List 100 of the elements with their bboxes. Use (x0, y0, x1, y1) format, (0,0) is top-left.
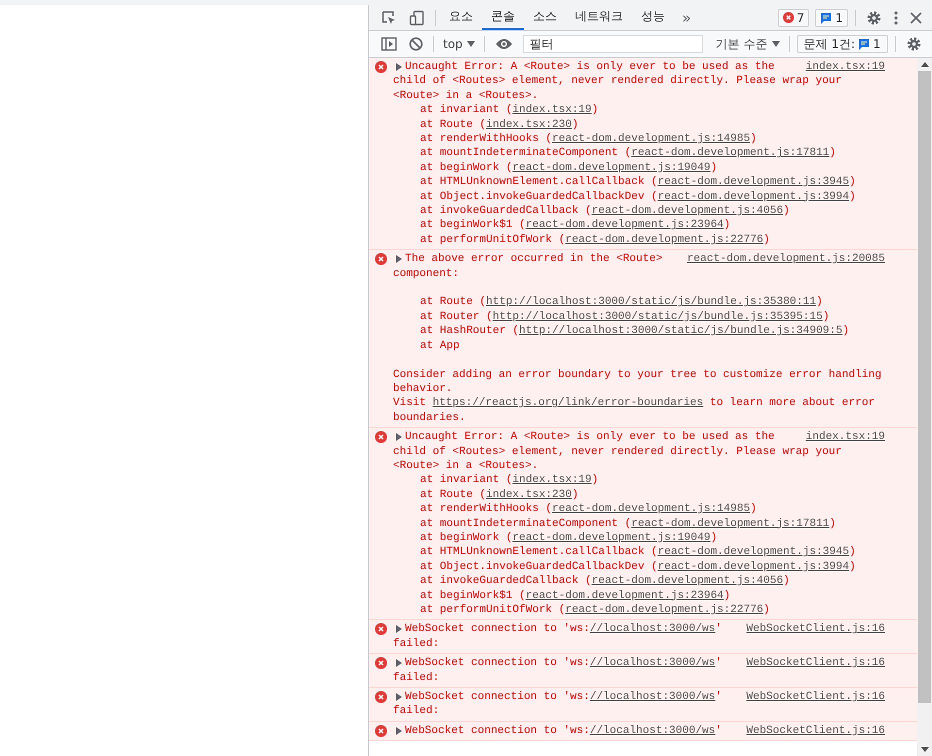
error-text: failed: (393, 636, 440, 652)
source-link[interactable]: WebSocketClient.js:16 (746, 690, 885, 704)
scroll-up-icon[interactable] (920, 62, 928, 67)
link[interactable]: react-dom.development.js:22776 (565, 604, 764, 616)
expand-icon[interactable] (396, 659, 402, 668)
error-count-badge[interactable]: 7 (778, 8, 810, 26)
link[interactable]: react-dom.development.js:4056 (592, 205, 784, 218)
link[interactable]: //localhost:3000/ws (590, 724, 716, 737)
stack-frame: at renderWithHooks (react-dom.development.js:14985) (393, 502, 885, 517)
stack-frame: at beginWork$1 (react-dom.development.js:23964) (393, 588, 885, 603)
link[interactable]: react-dom.development.js:17811 (631, 147, 830, 160)
error-text: WebSocket connection to 'ws://localhost:3000/ws' (405, 690, 722, 704)
stack-frame: at performUnitOfWork (react-dom.development.js:22776) (393, 232, 885, 248)
stack-frame: at beginWork (react-dom.development.js:19049) (393, 530, 885, 546)
link[interactable]: react-dom.development.js:19049 (512, 532, 710, 544)
expand-icon[interactable] (396, 625, 402, 634)
panel-tab[interactable]: 성능 (632, 5, 674, 30)
issues-button[interactable]: 문제 1건: 1 (796, 35, 888, 53)
error-text: Uncaught Error: A <Route> is only ever to be used as the (405, 430, 775, 445)
link[interactable]: index.tsx:230 (486, 488, 572, 501)
error-text: Uncaught Error: A <Route> is only ever to be used as the (405, 60, 775, 74)
error-text: The above error occurred in the <Route> (405, 252, 662, 267)
error-text: <Route> in a <Routes>. (393, 88, 540, 104)
error-icon (375, 657, 387, 670)
message-count-badge[interactable]: 1 (815, 8, 848, 26)
source-link[interactable]: WebSocketClient.js:16 (746, 622, 885, 637)
context-dropdown[interactable]: top (438, 37, 480, 51)
source-link[interactable]: WebSocketClient.js:16 (746, 656, 885, 671)
link[interactable]: react-dom.development.js:3945 (658, 176, 850, 188)
link[interactable]: react-dom.development.js:3994 (658, 190, 850, 203)
expand-icon[interactable] (396, 693, 402, 702)
error-text: behavior. (393, 382, 454, 396)
link[interactable]: react-dom.development.js:4056 (592, 575, 784, 588)
stack-frame: at HTMLUnknownElement.callCallback (react-dom.development.js:3945) (393, 175, 885, 190)
more-tabs-button[interactable]: » (674, 8, 700, 26)
error-text: component: (393, 266, 460, 282)
stack-frame: at invariant (index.tsx:19) (393, 473, 885, 488)
error-text: child of <Routes> element, never rendered directly. Please wrap your (393, 444, 843, 459)
link[interactable]: index.tsx:230 (486, 118, 572, 131)
link[interactable]: index.tsx:19 (512, 474, 592, 486)
error-text: Visit https://reactjs.org/link/error-boundaries to learn more about error (393, 396, 876, 411)
expand-icon[interactable] (396, 726, 402, 735)
expand-icon[interactable] (396, 255, 402, 264)
error-text: failed: (393, 704, 440, 719)
link[interactable]: react-dom.development.js:23964 (526, 590, 724, 602)
stack-frame: at Route (index.tsx:230) (393, 118, 885, 132)
link[interactable]: react-dom.development.js:14985 (552, 503, 750, 516)
stack-frame: at beginWork$1 (react-dom.development.js:23964) (393, 218, 885, 233)
stack-frame: at Router (http://localhost:3000/static/js/bundle.js:35395:15) (393, 310, 885, 324)
link[interactable]: //localhost:3000/ws (590, 623, 716, 636)
error-text: WebSocket connection to 'ws://localhost:3000/ws' (405, 622, 722, 637)
link[interactable]: http://localhost:3000/static/js/bundle.js:35380:11 (486, 296, 816, 308)
link[interactable]: //localhost:3000/ws (590, 691, 716, 704)
stack-frame: at invokeGuardedCallback (react-dom.development.js:4056) (393, 574, 885, 589)
error-text: WebSocket connection to 'ws://localhost:3000/ws' (405, 656, 722, 671)
stack-frame: at renderWithHooks (react-dom.development.js:14985) (393, 132, 885, 146)
link[interactable]: //localhost:3000/ws (590, 657, 716, 670)
link[interactable]: react-dom.development.js:22776 (565, 234, 764, 246)
panel-tab[interactable]: 네트워크 (566, 5, 632, 30)
error-text: <Route> in a <Routes>. (393, 458, 540, 474)
stack-frame: at mountIndeterminateComponent (react-dom.development.js:17811) (393, 146, 885, 161)
error-icon (375, 623, 387, 636)
message-icon (858, 38, 870, 50)
stack-frame: at mountIndeterminateComponent (react-dom.development.js:17811) (393, 516, 885, 531)
caret-icon (772, 41, 780, 47)
link[interactable]: react-dom.development.js:23964 (526, 219, 724, 232)
link[interactable]: http://localhost:3000/static/js/bundle.js:35395:15 (492, 310, 823, 323)
stack-frame: at Route (index.tsx:230) (393, 488, 885, 502)
expand-icon[interactable] (396, 433, 402, 442)
link[interactable]: react-dom.development.js:3945 (658, 546, 850, 558)
stack-frame: at Object.invokeGuardedCallbackDev (react-dom.development.js:3994) (393, 560, 885, 574)
caret-icon (466, 41, 475, 47)
panel-tab[interactable]: 요소 (440, 5, 482, 30)
link[interactable]: react-dom.development.js:14985 (552, 133, 750, 146)
link[interactable]: react-dom.development.js:19049 (512, 162, 710, 174)
log-level-dropdown[interactable]: 기본 수준 (710, 36, 784, 52)
source-link[interactable]: index.tsx:19 (806, 60, 885, 74)
error-icon (782, 12, 794, 23)
error-text: WebSocket connection to 'ws://localhost:3000/ws' (405, 724, 722, 738)
source-link[interactable]: WebSocketClient.js:16 (746, 724, 885, 738)
link[interactable]: http://localhost:3000/static/js/bundle.js:34909:5 (519, 325, 842, 338)
source-link[interactable]: index.tsx:19 (806, 430, 885, 445)
stack-frame: at performUnitOfWork (react-dom.development.js:22776) (393, 603, 885, 618)
expand-icon[interactable] (396, 63, 402, 71)
scrollbar[interactable] (917, 58, 932, 756)
stack-frame: at Route (http://localhost:3000/static/js/bundle.js:35380:11) (393, 295, 885, 310)
stack-frame: at beginWork (react-dom.development.js:19049) (393, 160, 885, 176)
link[interactable]: react-dom.development.js:3994 (658, 560, 850, 573)
source-link[interactable]: react-dom.development.js:20085 (686, 252, 885, 267)
panel-tab[interactable]: 소스 (524, 5, 566, 30)
stack-frame: at HashRouter (http://localhost:3000/static/js/bundle.js:34909:5) (393, 324, 885, 339)
link[interactable]: https://reactjs.org/link/error-boundaries (432, 397, 704, 410)
error-text: child of <Routes> element, never rendered directly. Please wrap your (393, 74, 843, 89)
filter-field[interactable]: 필터 (522, 35, 703, 53)
link[interactable]: react-dom.development.js:17811 (631, 518, 830, 530)
error-text: failed: (393, 670, 440, 686)
error-text: Consider adding an error boundary to your tree to customize error handling (393, 368, 882, 382)
scroll-down-icon[interactable] (920, 747, 928, 752)
link[interactable]: index.tsx:19 (512, 104, 592, 116)
stack-frame: at invariant (index.tsx:19) (393, 103, 885, 118)
